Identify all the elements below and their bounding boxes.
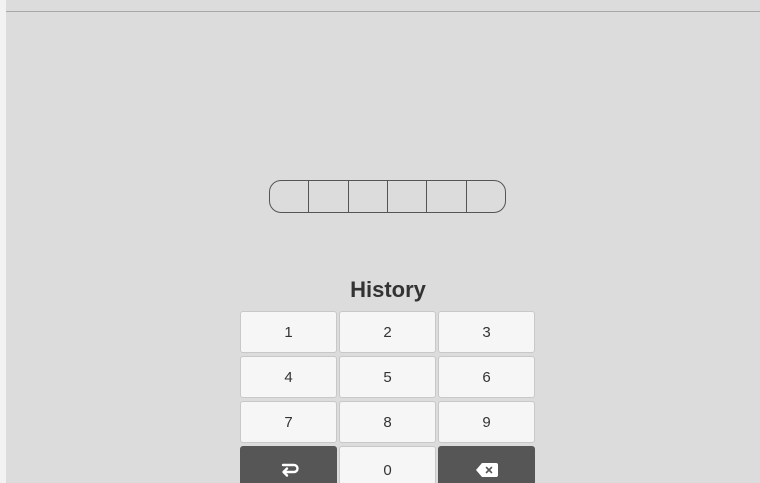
page-title: History <box>350 277 426 302</box>
pin-digit-box <box>349 181 388 212</box>
numeric-keypad: 1 2 3 4 5 6 7 8 9 0 <box>240 311 536 483</box>
key-0[interactable]: 0 <box>339 446 436 483</box>
key-1[interactable]: 1 <box>240 311 337 353</box>
key-9[interactable]: 9 <box>438 401 535 443</box>
enter-button[interactable] <box>240 446 337 483</box>
pin-digit-box <box>388 181 428 212</box>
pin-entry-screen: History 1 2 3 4 5 6 7 8 9 0 <box>0 0 760 483</box>
enter-return-icon <box>279 462 299 478</box>
key-5[interactable]: 5 <box>339 356 436 398</box>
backspace-icon <box>475 463 498 477</box>
key-2[interactable]: 2 <box>339 311 436 353</box>
backspace-button[interactable] <box>438 446 535 483</box>
key-6[interactable]: 6 <box>438 356 535 398</box>
key-8[interactable]: 8 <box>339 401 436 443</box>
left-edge-strip <box>0 0 6 483</box>
pin-digit-box <box>427 181 467 212</box>
pin-digit-box <box>467 181 505 212</box>
key-3[interactable]: 3 <box>438 311 535 353</box>
pin-digit-box <box>270 181 310 212</box>
key-4[interactable]: 4 <box>240 356 337 398</box>
pin-input-boxes <box>269 180 506 213</box>
pin-digit-box <box>309 181 349 212</box>
top-divider <box>6 11 760 12</box>
key-7[interactable]: 7 <box>240 401 337 443</box>
